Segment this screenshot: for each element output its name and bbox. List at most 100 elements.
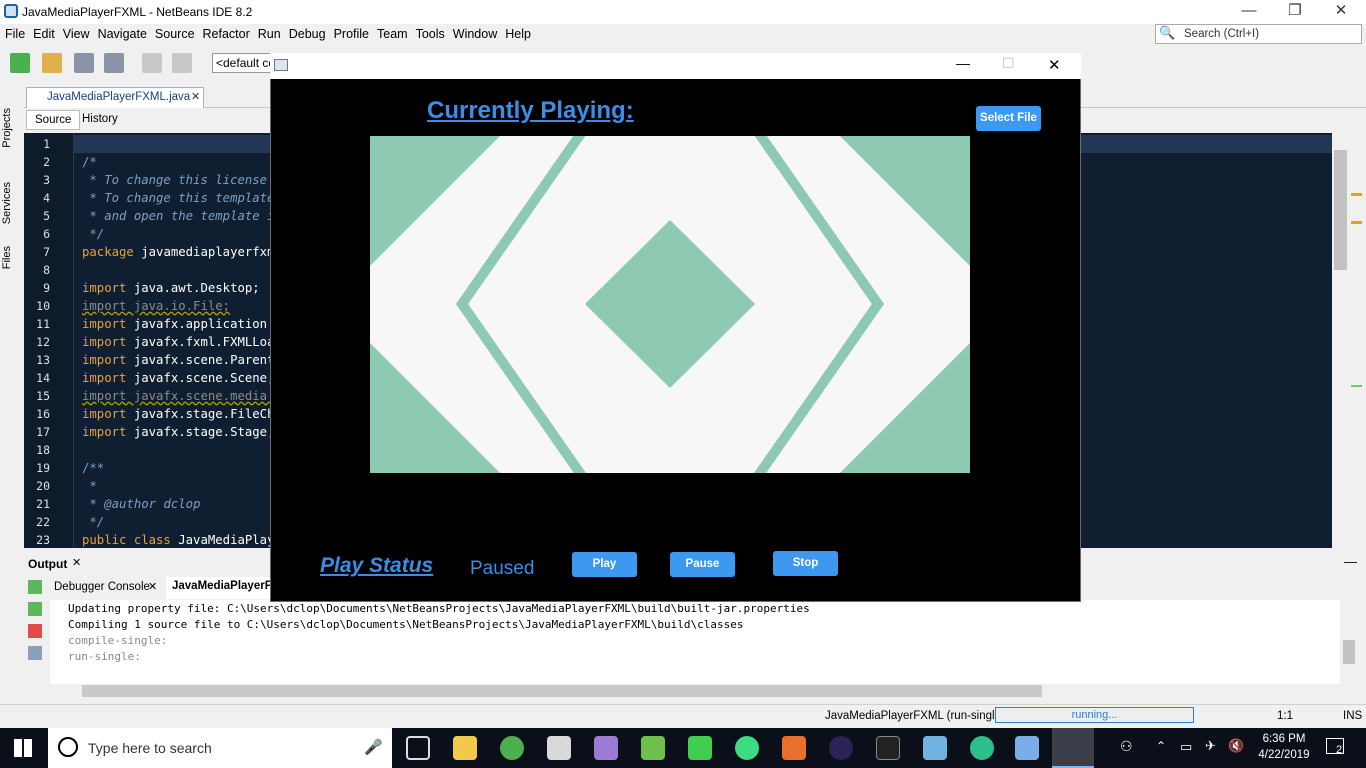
minimize-button[interactable]: — [1226,0,1272,24]
play-status-value: Paused [470,558,535,579]
config-combo[interactable]: <default config> [212,53,272,73]
notification-count: 2 [1336,744,1343,756]
ide-titlebar: JavaMediaPlayerFXML - NetBeans IDE 8.2 —… [0,0,1366,24]
insert-mode: INS [1343,710,1363,722]
currently-playing-heading: Currently Playing: [427,97,634,124]
notepad-icon[interactable] [547,736,571,760]
run-output-tab[interactable]: JavaMediaPlayerFXML (run-single) [166,577,276,599]
battery-icon[interactable]: ▭ [1180,739,1192,755]
file-explorer-icon[interactable] [453,736,477,760]
player-close-button[interactable]: ✕ [1048,56,1061,74]
error-stripe [1349,133,1366,548]
progress-bar[interactable]: running... [995,707,1194,723]
search-placeholder: Search (Ctrl+I) [1184,28,1260,40]
output-tab[interactable]: Output [28,557,67,571]
terminal-icon[interactable] [876,736,900,760]
source-tab[interactable]: Source [26,110,81,130]
menu-run[interactable]: Run [255,24,284,41]
new-project-icon[interactable] [10,53,30,73]
media-view[interactable] [370,136,970,473]
close-output-icon[interactable]: ✕ [72,556,81,569]
editor-scroll-thumb[interactable] [1334,150,1347,270]
services-tab[interactable]: Services [1,182,13,224]
left-side-strip: Projects Services Files [0,86,22,548]
open-project-icon[interactable] [74,53,94,73]
redo-icon[interactable] [172,53,192,73]
search-icon: 🔍 [1159,25,1176,40]
output-console[interactable]: Updating property file: C:\Users\dclop\D… [50,600,1340,684]
settings-icon[interactable] [28,646,42,660]
player-minimize-button[interactable]: — [956,55,970,71]
menu-help[interactable]: Help [502,24,534,41]
player-maximize-button[interactable]: ☐ [1002,55,1015,72]
output-vertical-scrollbar[interactable] [1340,600,1358,684]
projects-tab[interactable]: Projects [1,108,13,148]
restore-button[interactable]: ❐ [1272,0,1318,24]
windows-taskbar: Type here to search 🎤 ⚇ ⌃ ▭ ✈ 🔇 6:36 PM … [0,728,1366,768]
status-task: JavaMediaPlayerFXML (run-single) [825,710,1005,722]
files-tab[interactable]: Files [1,246,13,269]
minimize-panel-icon[interactable]: — [1344,554,1357,569]
select-file-button[interactable]: Select File [976,106,1041,131]
menu-refactor[interactable]: Refactor [200,24,253,41]
people-icon[interactable]: ⚇ [1120,738,1133,755]
play-button[interactable]: Play [572,552,637,577]
stop-button[interactable]: Stop [773,551,838,576]
netbeans-icon [4,4,18,18]
undo-icon[interactable] [142,53,162,73]
menu-view[interactable]: View [60,24,93,41]
java-app-icon[interactable] [1052,728,1094,768]
volume-icon[interactable]: 🔇 [1228,738,1244,754]
new-file-icon[interactable] [42,53,62,73]
paint-icon[interactable] [594,736,618,760]
android-studio-icon[interactable] [735,736,759,760]
taskbar-search-placeholder: Type here to search [88,740,212,756]
microphone-icon[interactable]: 🎤 [364,738,383,756]
stop-icon[interactable] [28,624,42,638]
close-button[interactable]: ✕ [1318,0,1364,24]
taskbar-search-input[interactable]: Type here to search 🎤 [48,728,392,768]
close-tab-icon[interactable]: ✕ [191,90,200,103]
menu-source[interactable]: Source [152,24,198,41]
rerun-icon[interactable] [28,580,42,594]
eclipse-icon[interactable] [829,736,853,760]
network-icon[interactable]: ✈ [1205,738,1216,754]
output-hscroll-thumb[interactable] [82,685,1042,697]
charts-app-icon[interactable] [641,736,665,760]
atom-icon[interactable] [970,736,994,760]
play-status-label: Play Status [320,554,434,577]
caret-position: 1:1 [1277,710,1293,722]
code-text: /* * To change this license header, choo… [82,155,282,547]
menu-file[interactable]: File [2,24,28,41]
notes-app-icon[interactable] [923,736,947,760]
menu-debug[interactable]: Debug [286,24,329,41]
menu-team[interactable]: Team [374,24,411,41]
close-debugger-icon[interactable]: ✕ [148,580,157,593]
save-all-icon[interactable] [104,53,124,73]
clock-time[interactable]: 6:36 PM [1256,733,1312,745]
windows-start-icon[interactable] [14,739,32,757]
chrome-icon[interactable] [500,736,524,760]
output-side-toolbar [24,576,48,698]
ide-title: JavaMediaPlayerFXML - NetBeans IDE 8.2 [22,5,253,19]
history-tab[interactable]: History [74,110,126,130]
menu-tools[interactable]: Tools [413,24,448,41]
line-numbers: 1 2 3 4 5 6 7 8 9 10 11 12 13 14 15 16 17 18 19 20 21 22 23 [36,137,50,547]
qt-icon[interactable] [688,736,712,760]
ide-search-input[interactable]: 🔍 Search (Ctrl+I) [1155,24,1362,44]
video-frame [370,136,970,473]
tray-chevron-icon[interactable]: ⌃ [1156,739,1166,753]
rerun-params-icon[interactable] [28,602,42,616]
menu-profile[interactable]: Profile [331,24,372,41]
editor-tab-file[interactable]: JavaMediaPlayerFXML.java ✕ [26,87,204,108]
task-view-icon[interactable] [406,736,430,760]
clock-date[interactable]: 4/22/2019 [1253,749,1315,761]
menu-edit[interactable]: Edit [30,24,58,41]
pause-button[interactable]: Pause [670,552,735,577]
virtualbox-icon[interactable] [1015,736,1039,760]
menu-window[interactable]: Window [450,24,500,41]
debugger-console-tab[interactable]: Debugger Console [54,581,150,593]
menu-navigate[interactable]: Navigate [95,24,150,41]
editor-app-icon[interactable] [782,736,806,760]
cortana-icon [58,737,78,757]
